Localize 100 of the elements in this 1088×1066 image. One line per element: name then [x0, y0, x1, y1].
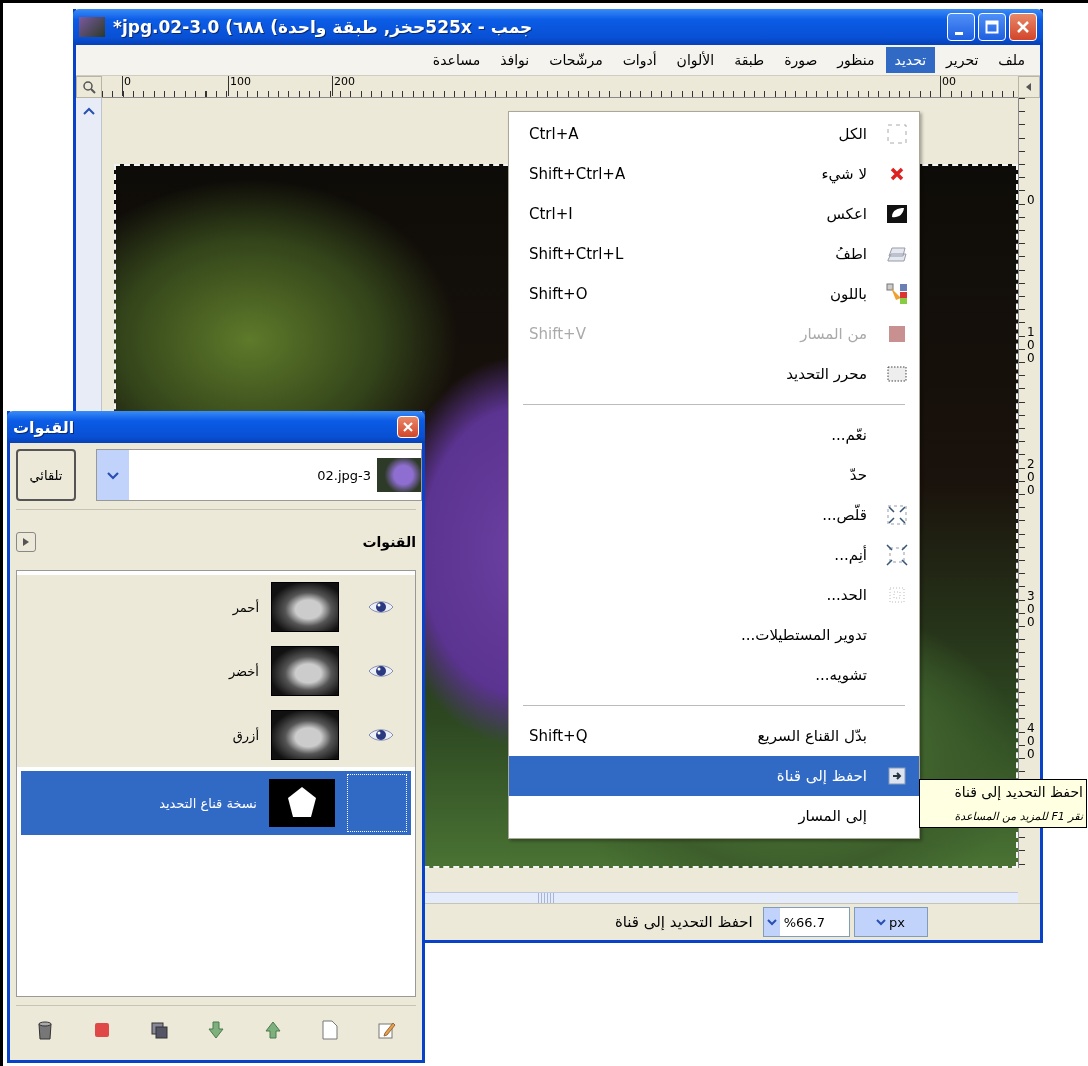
- menu-item-label: لا شيء: [821, 165, 868, 183]
- dotted-square-icon: [886, 365, 908, 383]
- layer-stack-icon: [886, 244, 908, 264]
- visibility-toggle[interactable]: [347, 774, 407, 832]
- menu-item-label: إلى المسار: [798, 807, 868, 825]
- menu-item[interactable]: الحد...: [509, 575, 919, 615]
- auto-button[interactable]: تلقائي: [16, 449, 76, 501]
- ruler-label: 0: [122, 76, 131, 96]
- close-button[interactable]: [397, 416, 419, 438]
- ruler-label: 100: [228, 76, 251, 96]
- menu-item[interactable]: إلى المسار: [509, 796, 919, 836]
- menu-bar-item[interactable]: مساعدة: [423, 47, 490, 73]
- shortcut-label: Shift+O: [529, 285, 588, 303]
- ruler-label: 200: [332, 76, 355, 96]
- triangle-right-icon: [21, 537, 31, 547]
- unit-combo[interactable]: px: [854, 907, 928, 937]
- menu-bar-item[interactable]: أدوات: [613, 47, 666, 73]
- ruler-label: 400: [1027, 722, 1035, 761]
- menu-item-label: حدّ: [849, 466, 868, 484]
- menu-item[interactable]: تشويه...: [509, 655, 919, 695]
- shortcut-label: Shift+Ctrl+L: [529, 245, 624, 263]
- dialog-title: القنوات: [13, 417, 75, 437]
- section-title: القنوات: [362, 534, 416, 550]
- dashed-square-icon: [886, 123, 908, 145]
- menu-item[interactable]: محرر التحديد: [509, 354, 919, 394]
- status-message: احفظ التحديد إلى قناة: [614, 913, 753, 931]
- menu-bar-item[interactable]: منظور: [828, 47, 884, 73]
- menu-bar-item[interactable]: تحرير: [937, 47, 988, 73]
- minimize-button[interactable]: [947, 13, 975, 41]
- menu-bar-item[interactable]: نوافذ: [491, 47, 539, 73]
- close-button[interactable]: [1009, 13, 1037, 41]
- zoom-icon[interactable]: [76, 76, 102, 98]
- shrink-icon: [886, 504, 908, 526]
- menu-bar-item[interactable]: مرشّحات: [540, 47, 612, 73]
- expand-button[interactable]: [16, 532, 36, 552]
- shortcut-label: Ctrl+A: [529, 125, 579, 143]
- menu-item-label: الكل: [838, 125, 868, 143]
- ruler-label: 100: [1027, 326, 1035, 365]
- menu-item[interactable]: تدوير المستطيلات...: [509, 615, 919, 655]
- menu-item[interactable]: أنِم...: [509, 535, 919, 575]
- window-title: جمب - 525xحخز, طبقة واحدة) ٦٨٨) 3.0-02.jpg*: [113, 17, 533, 37]
- tooltip-hint: نقر F1 للمزيد من المساعدة: [954, 810, 1083, 823]
- channel-row[interactable]: أحمر: [17, 575, 415, 639]
- menu-bar-item[interactable]: الألوان: [667, 47, 724, 73]
- channel-name: أزرق: [232, 727, 259, 743]
- shortcut-label: Shift+Ctrl+A: [529, 165, 626, 183]
- ruler-label: 0: [1027, 194, 1035, 207]
- close-icon: [403, 422, 413, 432]
- chevron-down-icon: [107, 470, 119, 480]
- channel-name: أحمر: [232, 599, 259, 615]
- channel-row[interactable]: نسخة قناع التحديد: [21, 771, 411, 835]
- menu-item[interactable]: قلّص...: [509, 495, 919, 535]
- maximize-button[interactable]: [978, 13, 1006, 41]
- shortcut-label: Ctrl+I: [529, 205, 573, 223]
- menu-bar-item[interactable]: طبقة: [725, 47, 774, 73]
- menu-item-label: محرر التحديد: [786, 365, 868, 383]
- menu-item[interactable]: احفظ إلى قناة: [509, 756, 919, 796]
- channel-thumbnail: [271, 646, 339, 696]
- menu-bar-item[interactable]: تحديد: [885, 47, 936, 73]
- channel-thumbnail: [271, 710, 339, 760]
- tooltip-title: احفظ التحديد إلى قناة: [954, 784, 1083, 800]
- maximize-icon: [985, 20, 999, 34]
- image-thumbnail: [79, 17, 105, 37]
- menu-bar-item[interactable]: صورة: [775, 47, 827, 73]
- menu-item-label: بدّل القناع السريع: [757, 727, 868, 745]
- menu-item-label: تشويه...: [815, 666, 868, 684]
- color-select-icon: [886, 283, 908, 305]
- dotted-border-icon: [888, 586, 906, 604]
- menu-item-label: نعّم...: [831, 426, 868, 444]
- eye-icon: [368, 727, 394, 743]
- shortcut-label: Shift+V: [529, 325, 586, 343]
- menu-bar-item[interactable]: ملف: [989, 47, 1034, 73]
- menu-arrow-button[interactable]: [1018, 76, 1040, 98]
- scroll-up-icon[interactable]: [81, 106, 96, 116]
- ruler-label: 200: [1027, 458, 1035, 497]
- mask-thumbnail: [269, 779, 335, 827]
- menu-item[interactable]: نعّم...: [509, 415, 919, 455]
- close-icon: [1016, 20, 1030, 34]
- menu-item-label: الحد...: [826, 586, 868, 604]
- minimize-icon: [954, 31, 963, 35]
- menu-item-label: قلّص...: [822, 506, 868, 524]
- shortcut-label: Shift+Q: [529, 727, 588, 745]
- image-combo[interactable]: 02.jpg-3: [96, 449, 422, 501]
- eye-icon: [368, 663, 394, 679]
- channel-row[interactable]: أزرق: [17, 703, 415, 767]
- menu-item-label: أنِم...: [834, 546, 868, 564]
- eye-icon: [368, 599, 394, 615]
- menu-item[interactable]: حدّ: [509, 455, 919, 495]
- menu-item-label: اعكس: [826, 205, 868, 223]
- chevron-down-icon: [876, 918, 886, 926]
- menu-item-label: تدوير المستطيلات...: [740, 626, 868, 644]
- zoom-combo[interactable]: %66.7: [762, 907, 850, 937]
- checkered-square-icon: [888, 325, 906, 343]
- ruler-label: 300: [1027, 590, 1035, 629]
- ruler-label: 00: [940, 76, 956, 96]
- scrollbar-thumb[interactable]: [538, 893, 556, 903]
- save-channel-icon: [888, 767, 906, 785]
- channel-row[interactable]: أخضر: [17, 639, 415, 703]
- channel-thumbnail: [271, 582, 339, 632]
- menu-item-label: احفظ إلى قناة: [776, 767, 868, 785]
